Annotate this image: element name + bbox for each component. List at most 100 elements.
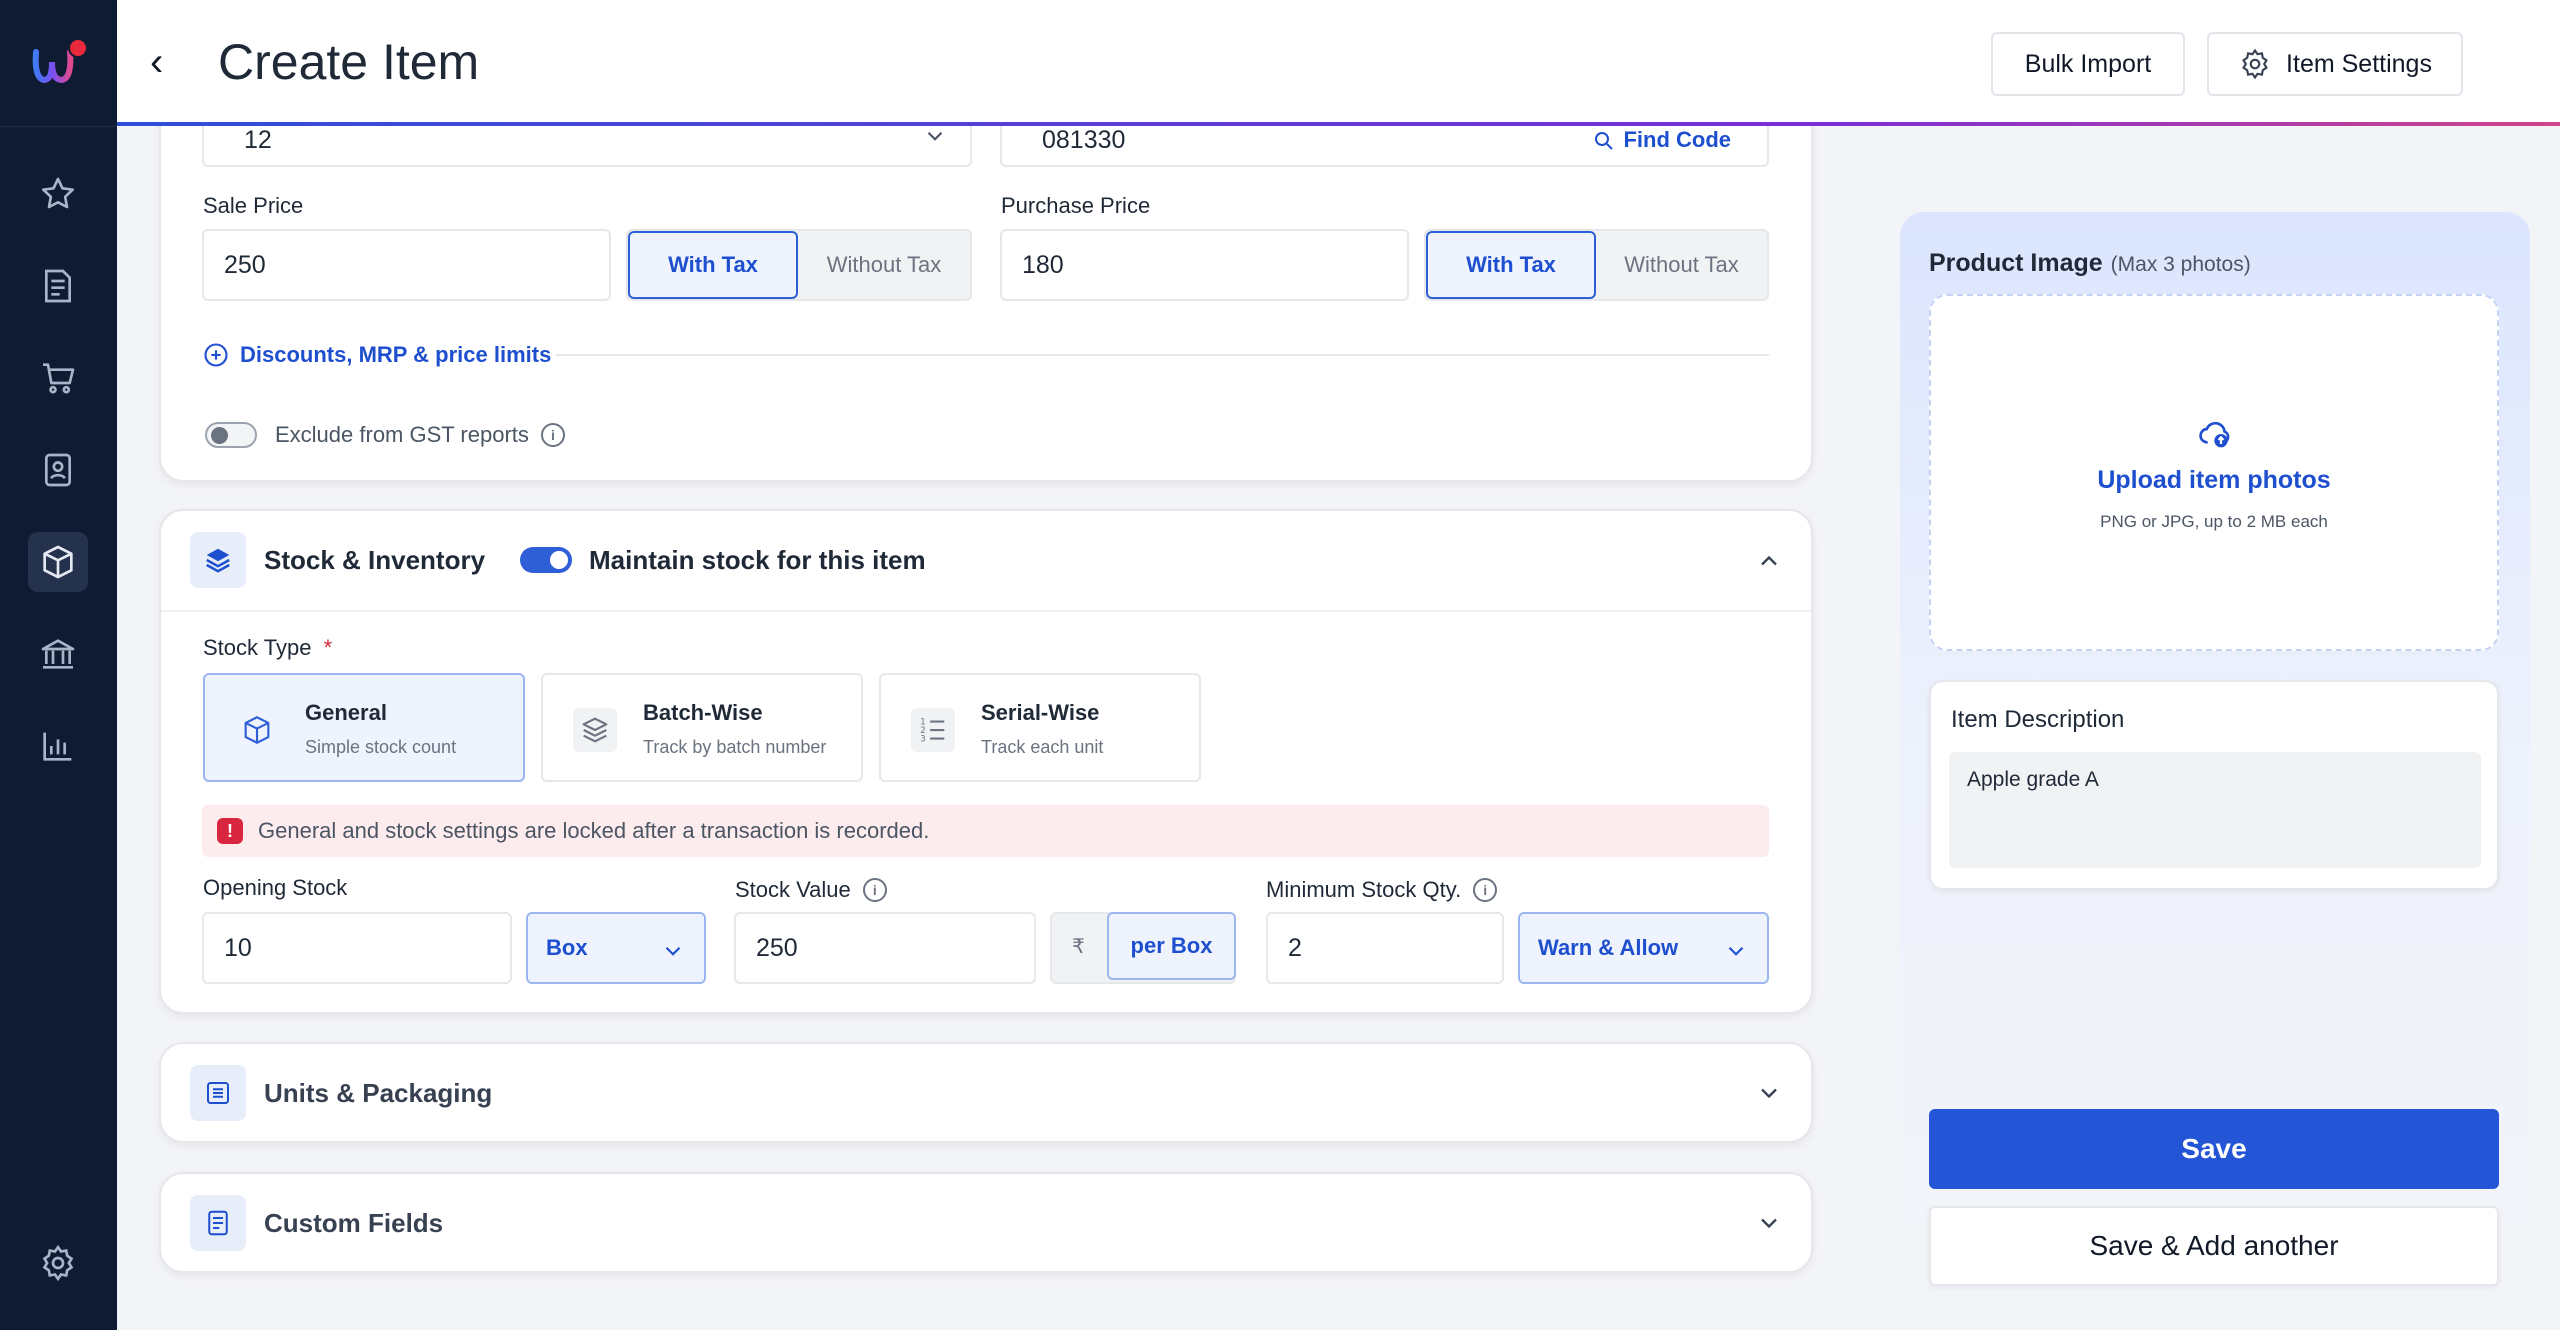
min-stock-action-dropdown[interactable]: Warn & Allow [1518,912,1769,984]
maintain-stock-toggle[interactable] [520,547,572,573]
info-icon[interactable]: i [862,878,887,902]
stock-type-serial-wise[interactable]: 123 Serial-Wise Track each unit [879,673,1201,782]
exclude-gst-toggle[interactable] [205,422,257,448]
sidebar-divider [0,126,117,127]
stock-header-divider [161,610,1811,612]
document-icon [45,269,71,303]
sidebar-item-contacts[interactable] [28,440,88,500]
sale-price-input[interactable]: 250 [202,229,611,301]
units-section-icon [190,1065,246,1121]
layers-icon [206,548,230,573]
sidebar [0,0,117,1330]
stock-section-icon [190,532,246,588]
find-code-label: Find Code [1623,127,1731,152]
app-logo[interactable] [30,38,88,88]
layers-icon [582,717,608,743]
lock-notice: ! General and stock settings are locked … [202,805,1769,857]
opening-stock-input[interactable]: 10 [202,912,512,984]
purchase-without-tax-option[interactable]: Without Tax [1596,231,1767,299]
sale-price-label: Sale Price [203,193,304,218]
alert-icon: ! [217,818,243,844]
contact-book-icon [45,453,71,487]
chevron-down-icon[interactable] [1755,1079,1783,1107]
stock-value-label: Stock Value [735,877,851,902]
stock-type-serial-title: Serial-Wise [981,700,1100,725]
chevron-down-icon [1728,946,1744,956]
unit-dropdown[interactable]: Box [526,912,706,984]
exclude-gst-row: Exclude from GST reports i [205,422,565,448]
bulk-import-button[interactable]: Bulk Import [1991,32,2185,96]
save-add-another-button[interactable]: Save & Add another [1929,1206,2499,1286]
upload-hint: PNG or JPG, up to 2 MB each [2100,512,2328,531]
sidebar-item-favorites[interactable] [28,164,88,224]
discounts-link[interactable]: Discounts, MRP & price limits [202,341,551,369]
item-description-input[interactable]: Apple grade A [1949,752,2481,868]
purchase-price-label: Purchase Price [1001,193,1151,218]
star-icon [42,177,74,209]
chevron-down-icon [927,131,943,141]
document-icon [208,1210,228,1236]
custom-fields-section-icon [190,1195,246,1251]
stock-type-general[interactable]: General Simple stock count [203,673,525,782]
sale-tax-toggle: With Tax Without Tax [626,229,972,301]
min-stock-label-row: Minimum Stock Qty. i [1266,877,1498,903]
currency-symbol: ₹ [1072,936,1085,958]
item-settings-label: Item Settings [2286,49,2432,78]
info-icon[interactable]: i [540,423,565,447]
plus-circle-icon [204,343,228,367]
sidebar-item-invoices[interactable] [28,256,88,316]
sidebar-item-reports[interactable] [28,716,88,776]
sidebar-item-banking[interactable] [28,624,88,684]
save-button[interactable]: Save [1929,1109,2499,1189]
chevron-up-icon[interactable] [1755,547,1783,575]
stock-type-batch-icon-wrap [573,708,617,752]
back-button[interactable]: ‹ [150,40,180,84]
stock-type-serial-subtitle: Track each unit [981,737,1104,757]
stock-type-serial-icon-wrap: 123 [911,708,955,752]
maintain-stock-label: Maintain stock for this item [589,545,926,575]
units-section-title: Units & Packaging [264,1078,493,1108]
discounts-divider [556,354,1769,356]
header-gradient-line [117,122,2560,126]
box-icon [43,545,73,579]
search-icon [1595,132,1614,150]
bar-chart-icon [43,732,72,761]
per-unit-button[interactable]: per Box [1107,912,1236,980]
product-image-hint: (Max 3 photos) [2110,253,2251,276]
sidebar-item-settings[interactable] [28,1233,88,1293]
sale-without-tax-option[interactable]: Without Tax [798,231,970,299]
min-stock-input[interactable]: 2 [1266,912,1504,984]
sale-with-tax-option[interactable]: With Tax [628,231,798,299]
cloud-upload-icon [2199,421,2230,448]
info-icon[interactable]: i [1473,878,1498,902]
svg-text:3: 3 [920,734,925,744]
sidebar-item-items[interactable] [28,532,88,592]
gear-icon [2242,48,2268,80]
gear-icon [42,1244,74,1282]
product-image-heading: Product Image (Max 3 photos) [1929,249,2251,278]
page-header [117,0,2560,125]
stock-type-general-icon-wrap [235,708,279,752]
purchase-with-tax-option[interactable]: With Tax [1426,231,1596,299]
lock-notice-text: General and stock settings are locked af… [258,818,930,843]
page-title: Create Item [218,34,480,90]
stock-type-general-title: General [305,700,387,725]
sidebar-item-purchases[interactable] [28,348,88,408]
bank-icon [41,639,75,669]
list-icon [207,1082,229,1104]
item-settings-button[interactable]: Item Settings [2207,32,2463,96]
chevron-down-icon [665,946,681,956]
stock-type-general-subtitle: Simple stock count [305,737,457,757]
upload-dropzone[interactable]: Upload item photos PNG or JPG, up to 2 M… [1929,294,2499,651]
cart-icon [43,363,75,394]
item-description-card: Item Description Apple grade A [1929,680,2499,890]
stock-type-label: Stock Type * [203,635,332,661]
exclude-gst-label: Exclude from GST reports [275,422,529,447]
find-code-link[interactable]: Find Code [1591,127,1731,153]
purchase-price-input[interactable]: 180 [1000,229,1409,301]
chevron-down-icon[interactable] [1755,1209,1783,1237]
unit-select-value: 12 [244,126,272,154]
min-stock-label: Minimum Stock Qty. [1266,877,1462,902]
stock-value-input[interactable]: 250 [734,912,1036,984]
stock-type-batch-wise[interactable]: Batch-Wise Track by batch number [541,673,863,782]
